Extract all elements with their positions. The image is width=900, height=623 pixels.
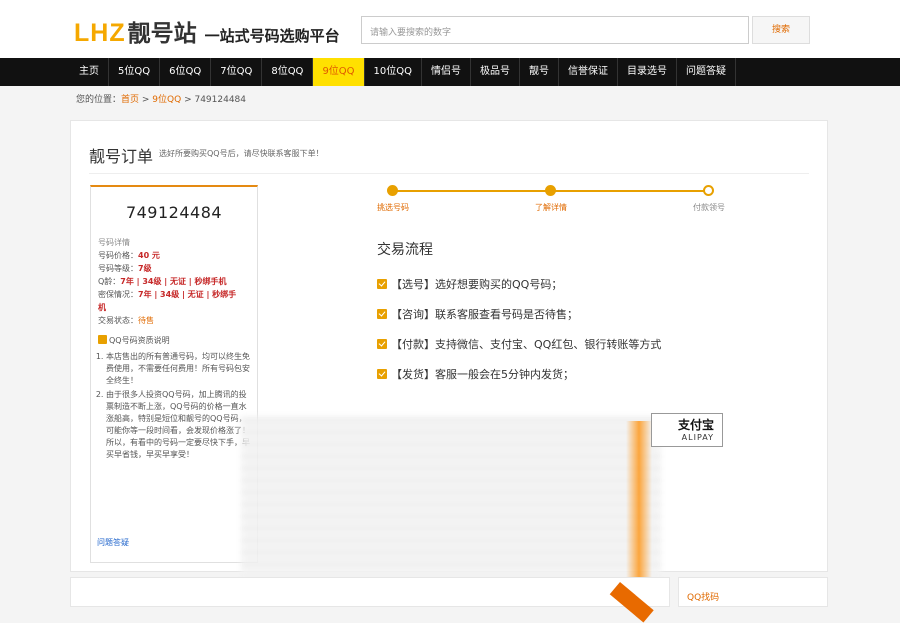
main-nav: 主页 5位QQ 6位QQ 7位QQ 8位QQ 9位QQ 10位QQ 情侣号 极品… [0,58,900,86]
step-dot [545,185,556,196]
check-icon [377,369,387,379]
flow-text: 【选号】选好想要购买的QQ号码； [391,278,563,291]
nav-item-premium[interactable]: 极品号 [471,58,521,86]
nav-item-credit[interactable]: 信誉保证 [559,58,619,86]
flow-title: 交易流程 [377,242,433,258]
nav-item-catalog[interactable]: 目录选号 [618,58,678,86]
search-button[interactable]: 搜索 [752,16,810,44]
qage-row: Q龄：7年 | 34级 | 无证 | 秒绑手机 [98,275,250,288]
notes-block: QQ号码资质说明 本店售出的所有普通号码，均可以终生免费使用，不需要任何费用！所… [98,335,250,461]
top-header: LHZ 靓号站 一站式号码选购平台 请输入要搜索的数字 搜索 [0,0,900,58]
status-value: 待售 [138,316,154,325]
check-icon [377,309,387,319]
logo-lhz-text: LHZ [74,19,126,47]
breadcrumb: 您的位置：首页 > 9位QQ > 749124484 [76,92,246,105]
step-label-select: 挑选号码 [377,203,409,212]
level-value: 7级 [138,264,152,273]
price-label: 号码价格： [98,251,138,260]
step-dot [703,185,714,196]
search-input[interactable]: 请输入要搜索的数字 [361,16,749,44]
flow-text: 【付款】支持微信、支付宝、QQ红包、银行转账等方式 [391,338,662,351]
nav-item-5qq[interactable]: 5位QQ [109,58,161,86]
alipay-logo: 支付宝 ALIPAY [651,413,723,447]
order-title: 靓号订单 [89,147,154,166]
security-row: 密保情况：7年 | 34级 | 无证 | 秒绑手机 [98,288,250,314]
flow-item-consult: 【咨询】联系客服查看号码是否待售； [377,306,578,322]
breadcrumb-home[interactable]: 首页 [121,95,139,105]
status-label: 交易状态： [98,316,138,325]
step-label-pay: 付款领号 [693,203,725,212]
step-label-details: 了解详情 [535,203,567,212]
price-value: 40 元 [138,251,160,260]
flow-text: 【咨询】联系客服查看号码是否待售； [391,308,578,321]
flow-text: 【发货】客服一般会在5分钟内发货； [391,368,574,381]
breadcrumb-sep: > [139,95,153,105]
security-value: 7年 | 34级 | 无证 | 秒绑手 [138,290,237,299]
nav-item-home[interactable]: 主页 [70,58,109,86]
breadcrumb-current: 749124484 [194,95,247,105]
check-icon [377,339,387,349]
nav-item-10qq[interactable]: 10位QQ [365,58,423,86]
qage-label: Q龄： [98,277,121,286]
order-panel: 靓号订单 选好所要购买QQ号后，请尽快联系客服下单！ 749124484 号码详… [70,120,828,586]
alipay-en: ALIPAY [681,433,714,442]
nav-item-pretty[interactable]: 靓号 [520,58,560,86]
status-row: 交易状态：待售 [98,314,250,327]
bottom-right-title[interactable]: QQ找码 [687,590,719,603]
notes-list: 本店售出的所有普通号码，均可以终生免费使用，不需要任何费用！所有号码包安全终生！… [98,351,250,461]
faq-link[interactable]: 问题答疑 [97,537,129,548]
security-label: 密保情况： [98,290,138,299]
nav-item-couple[interactable]: 情侣号 [422,58,472,86]
logo-cn-text: 靓号站 [127,21,197,47]
check-icon [377,279,387,289]
flow-item-deliver: 【发货】客服一般会在5分钟内发货； [377,366,574,382]
details-header: 号码详情 [98,238,130,247]
step-dot [387,185,398,196]
nav-item-8qq[interactable]: 8位QQ [262,58,314,86]
order-steps: 挑选号码 了解详情 付款领号 [371,181,731,221]
qage-value: 7年 | 34级 | 无证 | 秒绑手机 [120,277,227,286]
checkbox-icon [98,335,107,344]
nav-item-7qq[interactable]: 7位QQ [211,58,263,86]
qq-number: 749124484 [125,203,223,222]
breadcrumb-prefix: 您的位置： [76,95,122,105]
nav-item-9qq[interactable]: 9位QQ [313,58,365,86]
security-value-wrap: 机 [98,303,106,312]
flow-item-select: 【选号】选好想要购买的QQ号码； [377,276,562,292]
site-logo[interactable]: LHZ 靓号站 一站式号码选购平台 [74,14,340,48]
divider [89,173,809,174]
order-tip: 选好所要购买QQ号后，请尽快联系客服下单！ [159,149,324,158]
nav-item-faq[interactable]: 问题答疑 [677,58,737,86]
bottom-panel-left [70,577,670,607]
number-card: 749124484 号码详情 号码价格：40 元 号码等级：7级 Q龄：7年 |… [90,185,258,563]
orange-highlight [626,421,652,586]
alipay-cn: 支付宝 [677,418,714,432]
nav-item-6qq[interactable]: 6位QQ [160,58,212,86]
breadcrumb-sep: > [181,95,195,105]
level-row: 号码等级：7级 [98,262,250,275]
note-item: 本店售出的所有普通号码，均可以终生免费使用，不需要任何费用！所有号码包安全终生！ [106,351,250,387]
note-item: 由于很多人投资QQ号码，加上腾讯的投票制造不断上涨，QQ号码的价格一直水涨船高，… [106,389,250,461]
level-label: 号码等级： [98,264,138,273]
notes-title: QQ号码资质说明 [109,336,170,345]
flow-item-pay: 【付款】支持微信、支付宝、QQ红包、银行转账等方式 [377,336,661,352]
logo-subtitle: 一站式号码选购平台 [204,27,340,45]
bottom-panel-right: QQ找码 [678,577,828,607]
price-row: 号码价格：40 元 [98,249,250,262]
blurred-overlay [241,416,661,576]
breadcrumb-category[interactable]: 9位QQ [152,95,181,105]
